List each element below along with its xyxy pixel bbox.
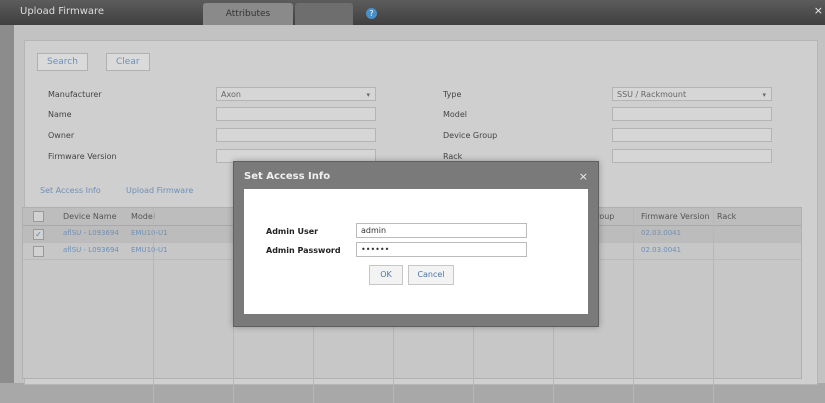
- tab-attributes[interactable]: Attributes: [203, 3, 293, 25]
- chevron-down-icon: ▾: [366, 91, 370, 99]
- manufacturer-label: Manufacturer: [48, 90, 102, 99]
- window-title: Upload Firmware: [20, 6, 105, 17]
- set-access-info-link[interactable]: Set Access Info: [40, 186, 101, 195]
- column-divider: [153, 208, 154, 403]
- tab-secondary[interactable]: [295, 3, 353, 25]
- chevron-down-icon: ▾: [762, 91, 766, 99]
- device-group-input[interactable]: [612, 128, 772, 142]
- rack-label: Rack: [443, 152, 463, 161]
- search-button[interactable]: Search: [37, 53, 88, 71]
- close-icon[interactable]: ×: [814, 4, 823, 17]
- type-value: SSU / Rackmount: [617, 90, 687, 99]
- manufacturer-value: Axon: [221, 90, 241, 99]
- left-sidebar: [0, 25, 14, 383]
- model-label: Model: [443, 110, 468, 119]
- select-all-checkbox[interactable]: [33, 211, 44, 222]
- firmware-version-cell: 02.03.0041: [641, 246, 682, 254]
- device-name-cell: aflSU - L093694: [63, 246, 119, 254]
- admin-password-input[interactable]: ••••••: [356, 242, 527, 257]
- model-cell: EMU10-U1: [131, 246, 168, 254]
- manufacturer-select[interactable]: Axon ▾: [216, 87, 376, 101]
- device-name-cell: aflSU - L093694: [63, 229, 119, 237]
- owner-label: Owner: [48, 131, 75, 140]
- type-select[interactable]: SSU / Rackmount ▾: [612, 87, 772, 101]
- firmware-version-label: Firmware Version: [48, 152, 117, 161]
- model-input[interactable]: [612, 107, 772, 121]
- window-titlebar: Upload Firmware Attributes ? ×: [0, 0, 825, 25]
- type-label: Type: [443, 90, 462, 99]
- help-icon[interactable]: ?: [366, 8, 377, 19]
- column-header-model[interactable]: Model: [131, 212, 155, 221]
- admin-user-label: Admin User: [266, 227, 319, 236]
- name-label: Name: [48, 110, 72, 119]
- ok-button[interactable]: OK: [369, 265, 403, 285]
- row-checkbox[interactable]: ✓: [33, 229, 44, 240]
- cancel-button[interactable]: Cancel: [408, 265, 454, 285]
- column-header-rack[interactable]: Rack: [717, 212, 736, 221]
- column-divider: [713, 208, 714, 403]
- name-input[interactable]: [216, 107, 376, 121]
- row-checkbox[interactable]: [33, 246, 44, 257]
- firmware-version-cell: 02.03.0041: [641, 229, 682, 237]
- owner-input[interactable]: [216, 128, 376, 142]
- dialog-body: Admin User admin Admin Password •••••• O…: [244, 189, 588, 314]
- admin-user-input[interactable]: admin: [356, 223, 527, 238]
- column-divider: [633, 208, 634, 403]
- close-icon[interactable]: ×: [579, 170, 588, 183]
- column-header-firmware-version[interactable]: Firmware Version: [641, 212, 710, 221]
- set-access-info-dialog: Set Access Info × Admin User admin Admin…: [233, 161, 599, 327]
- admin-password-label: Admin Password: [266, 246, 341, 255]
- rack-input[interactable]: [612, 149, 772, 163]
- column-header-device-name[interactable]: Device Name: [63, 212, 117, 221]
- dialog-title: Set Access Info: [244, 171, 331, 182]
- device-group-label: Device Group: [443, 131, 498, 140]
- upload-firmware-link[interactable]: Upload Firmware: [126, 186, 193, 195]
- model-cell: EMU10-U1: [131, 229, 168, 237]
- clear-button[interactable]: Clear: [106, 53, 150, 71]
